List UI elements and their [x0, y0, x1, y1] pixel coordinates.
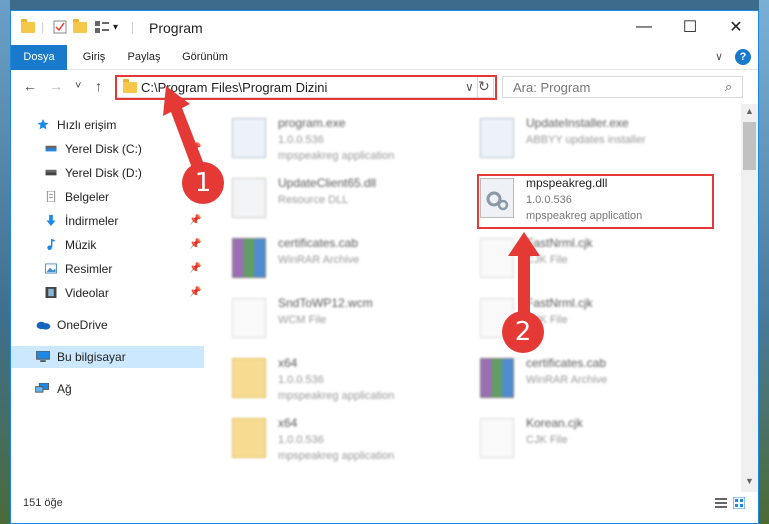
- folder-icon: [232, 358, 266, 398]
- address-highlight-box: [115, 75, 497, 100]
- exe-icon: [480, 118, 514, 158]
- title-bar: | ▾ | Program — ☐ ✕: [11, 11, 758, 45]
- drive-icon: [45, 169, 57, 176]
- sidebar-item-pictures[interactable]: Resimler 📌: [11, 258, 204, 280]
- sidebar-item-drive-d[interactable]: Yerel Disk (D:) 📌: [11, 162, 204, 184]
- file-item[interactable]: FastNrml.cjk CJK File: [480, 232, 710, 288]
- view-options-icon[interactable]: [95, 19, 109, 35]
- customize-toolbar-icon[interactable]: ▾: [113, 19, 118, 35]
- scroll-down-icon[interactable]: ▼: [745, 476, 754, 486]
- video-icon: [45, 287, 57, 298]
- sidebar-item-documents[interactable]: Belgeler 📌: [11, 186, 204, 208]
- file-item[interactable]: x64 1.0.0.536 mpspeakreg application: [232, 412, 462, 468]
- archive-icon: [232, 238, 266, 278]
- status-bar: 151 öğe: [11, 492, 758, 514]
- help-icon[interactable]: ?: [735, 49, 751, 65]
- desktop-background-right: [759, 0, 769, 524]
- dll-icon: [232, 178, 266, 218]
- search-icon: ⌕: [725, 79, 733, 94]
- step-marker-1: 1: [182, 162, 224, 204]
- sidebar-item-quick-access[interactable]: Hızlı erişim: [11, 114, 204, 136]
- collapse-ribbon-icon[interactable]: ∨: [711, 45, 727, 69]
- forward-button[interactable]: →: [49, 78, 63, 94]
- folder-icon: [21, 18, 35, 35]
- separator: |: [131, 20, 135, 34]
- star-icon: [37, 119, 49, 130]
- pin-icon[interactable]: 📌: [189, 234, 201, 256]
- search-input[interactable]: Ara: Program: [513, 80, 590, 95]
- sidebar-item-music[interactable]: Müzik 📌: [11, 234, 204, 256]
- documents-icon: [46, 191, 56, 202]
- scroll-up-icon[interactable]: ▲: [745, 106, 754, 116]
- details-view-icon[interactable]: [715, 497, 727, 509]
- navigation-bar: ← → ˅ ↑ C:\Program Files\Program Dizini …: [11, 70, 758, 104]
- file-item[interactable]: Korean.cjk CJK File: [480, 412, 710, 468]
- large-icons-view-icon[interactable]: [733, 497, 745, 509]
- sidebar-item-downloads[interactable]: İndirmeler 📌: [11, 210, 204, 232]
- maximize-button[interactable]: ☐: [667, 11, 713, 43]
- new-folder-icon[interactable]: [73, 18, 87, 35]
- desktop-background-left: [0, 0, 10, 524]
- sidebar-item-onedrive[interactable]: OneDrive: [11, 314, 204, 336]
- file-item[interactable]: UpdateInstaller.exe ABBYY updates instal…: [480, 112, 710, 168]
- search-box[interactable]: Ara: Program ⌕: [502, 76, 743, 98]
- archive-icon: [480, 358, 514, 398]
- navigation-pane: Hızlı erişim Yerel Disk (C:) 📌 Yerel Dis…: [11, 104, 204, 484]
- file-item[interactable]: certificates.cab WinRAR Archive: [232, 232, 462, 288]
- ribbon-tabs: Dosya Giriş Paylaş Görünüm ∨ ?: [11, 45, 758, 101]
- drive-icon: [45, 145, 57, 152]
- tab-view[interactable]: Görünüm: [175, 45, 235, 69]
- scroll-thumb[interactable]: [743, 122, 756, 170]
- file-icon: [480, 238, 514, 278]
- file-icon: [480, 418, 514, 458]
- exe-icon: [232, 118, 266, 158]
- folder-icon: [232, 418, 266, 458]
- window-title: Program: [149, 20, 203, 36]
- pin-icon[interactable]: 📌: [189, 282, 201, 304]
- step-marker-2: 2: [502, 311, 544, 353]
- sidebar-item-network[interactable]: Ağ: [11, 378, 204, 400]
- computer-icon: [36, 351, 50, 362]
- close-button[interactable]: ✕: [713, 11, 758, 43]
- item-count: 151 öğe: [23, 497, 63, 509]
- tab-share[interactable]: Paylaş: [119, 45, 169, 69]
- file-item[interactable]: SndToWP12.wcm WCM File: [232, 292, 462, 348]
- explorer-window: | ▾ | Program — ☐ ✕ Dosya Giriş Paylaş G…: [10, 10, 759, 524]
- file-highlight-box: [477, 174, 714, 229]
- back-button[interactable]: ←: [23, 78, 37, 94]
- minimize-button[interactable]: —: [621, 11, 667, 43]
- music-icon: [47, 239, 56, 250]
- vertical-scrollbar[interactable]: ▲ ▼: [741, 104, 758, 492]
- file-icon: [232, 298, 266, 338]
- cloud-icon: [36, 321, 51, 330]
- pin-icon[interactable]: 📌: [189, 258, 201, 280]
- up-button[interactable]: ↑: [95, 78, 102, 94]
- properties-icon[interactable]: [53, 19, 67, 35]
- file-item[interactable]: program.exe 1.0.0.536 mpspeakreg applica…: [232, 112, 462, 168]
- pictures-icon: [45, 263, 57, 274]
- network-icon: [35, 383, 49, 393]
- file-item[interactable]: certificates.cab WinRAR Archive: [480, 352, 710, 408]
- file-item[interactable]: UpdateClient65.dll Resource DLL: [232, 172, 462, 228]
- pin-icon[interactable]: 📌: [189, 210, 201, 232]
- file-item[interactable]: x64 1.0.0.536 mpspeakreg application: [232, 352, 462, 408]
- download-icon: [46, 215, 56, 226]
- tab-home[interactable]: Giriş: [73, 45, 115, 69]
- separator: |: [41, 20, 45, 34]
- sidebar-item-videos[interactable]: Videolar 📌: [11, 282, 204, 304]
- sidebar-item-drive-c[interactable]: Yerel Disk (C:) 📌: [11, 138, 204, 160]
- file-list: program.exe 1.0.0.536 mpspeakreg applica…: [204, 104, 741, 484]
- pin-icon[interactable]: 📌: [189, 138, 201, 160]
- recent-locations-button[interactable]: ˅: [75, 80, 81, 92]
- sidebar-item-this-pc[interactable]: Bu bilgisayar: [11, 346, 204, 368]
